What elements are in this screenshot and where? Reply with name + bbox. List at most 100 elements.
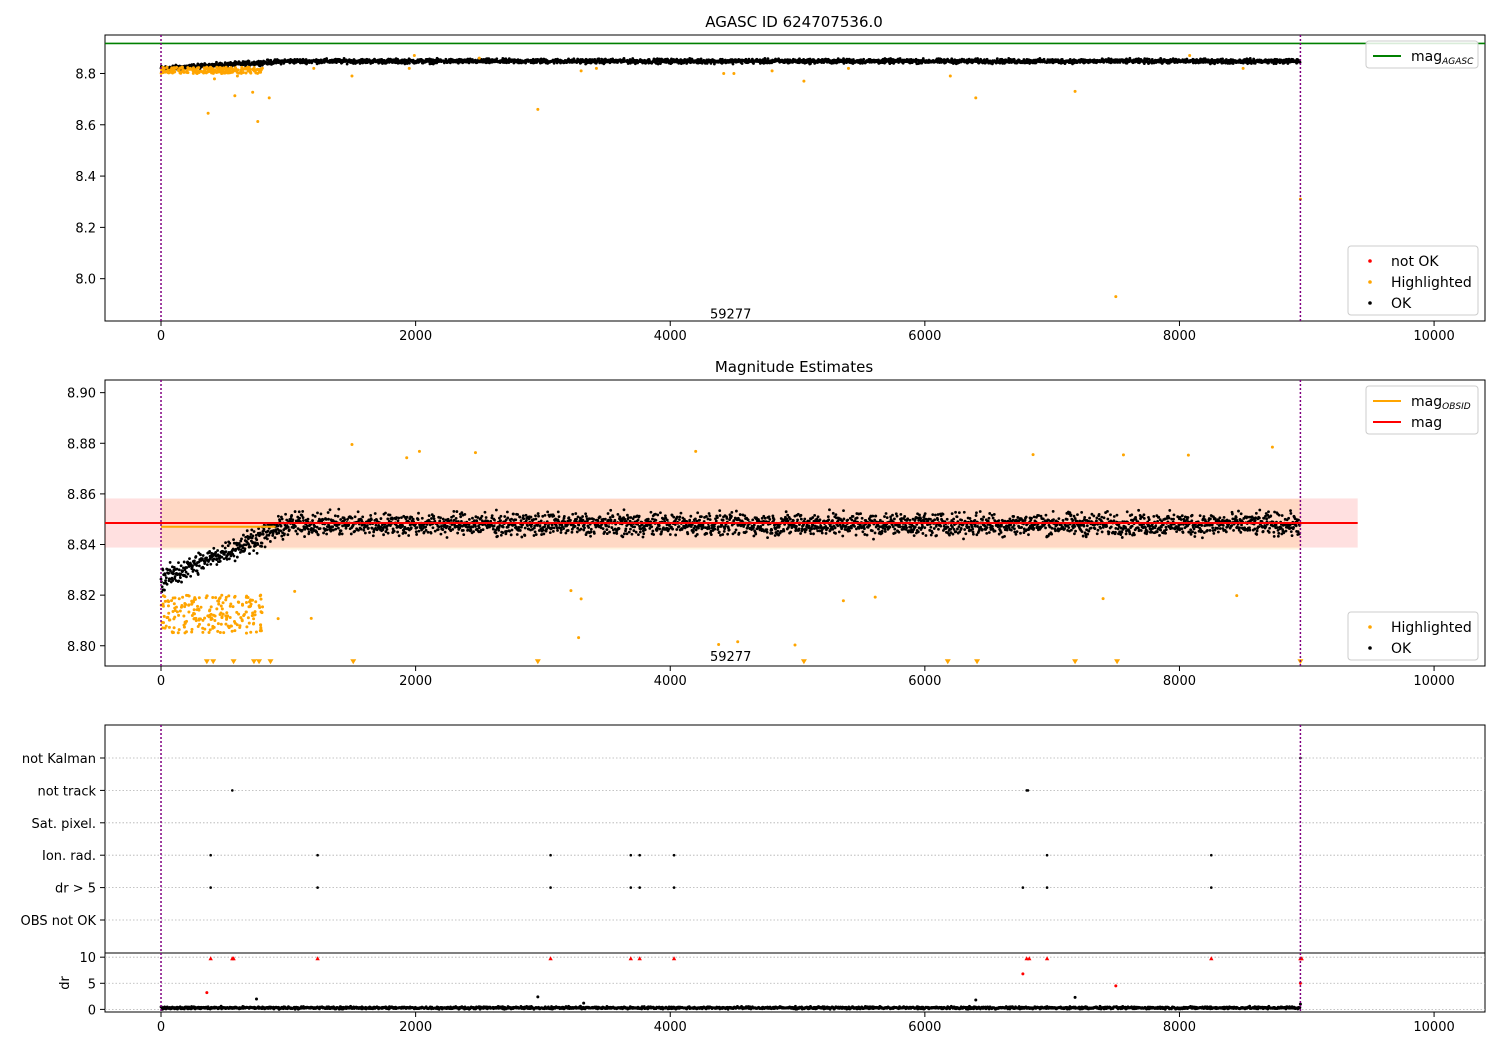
ok-point [733, 530, 737, 534]
ok-point [509, 533, 513, 537]
data-point [579, 69, 583, 73]
ok-point [350, 516, 354, 520]
ok-point [636, 518, 640, 522]
ok-point [468, 517, 471, 521]
ok-point [340, 532, 344, 536]
ok-point [494, 531, 498, 535]
ok-point [743, 514, 747, 518]
ok-point [385, 527, 389, 531]
ok-point [411, 517, 415, 521]
data-point [1188, 54, 1192, 58]
ok-point [287, 528, 291, 532]
ok-point [552, 526, 556, 530]
ok-point [420, 516, 424, 520]
ok-point [281, 537, 285, 541]
ok-point [260, 544, 264, 548]
highlighted-point [247, 69, 251, 73]
ok-point [803, 530, 807, 534]
highlighted-point [213, 70, 217, 74]
highlighted-point [239, 70, 243, 74]
ok-point [379, 517, 383, 520]
ok-point [768, 517, 772, 521]
ok-point [499, 533, 503, 537]
ok-point [247, 60, 251, 63]
data-point [251, 90, 255, 94]
ok-point [496, 534, 499, 538]
ok-point [763, 516, 767, 520]
ok-point [405, 515, 409, 519]
highlighted-point [165, 66, 169, 70]
ok-point [325, 532, 329, 536]
highlighted-point [244, 71, 248, 75]
ok-point [328, 508, 332, 512]
ok-point [518, 529, 522, 532]
ok-point [700, 515, 703, 519]
ok-point [443, 530, 447, 534]
ok-point [649, 510, 653, 514]
ok-point [336, 526, 340, 530]
ok-point [193, 559, 196, 563]
ok-point [189, 574, 193, 578]
ok-point [584, 512, 588, 516]
ok-point [168, 561, 172, 564]
ok-point [194, 555, 198, 558]
ok-point [679, 511, 683, 515]
ok-point [474, 525, 477, 528]
ok-point [1221, 57, 1224, 61]
ok-point [609, 518, 613, 522]
ok-point [415, 526, 419, 529]
y-tick-label: 8.0 [75, 273, 96, 288]
ok-point [583, 526, 586, 530]
ok-point [765, 530, 769, 534]
ok-point [537, 514, 540, 518]
data-point [235, 74, 239, 78]
ok-point [432, 517, 436, 521]
ok-point [430, 517, 433, 520]
ok-point [426, 530, 430, 534]
ok-point [417, 529, 421, 533]
ok-point [250, 528, 254, 532]
ok-point [248, 545, 252, 549]
ok-point [506, 516, 510, 520]
ok-point [533, 530, 537, 534]
ok-point [789, 530, 793, 534]
ok-point [610, 526, 614, 529]
ok-point [562, 515, 566, 518]
ok-point [333, 514, 337, 518]
data-point [1073, 89, 1077, 93]
ok-point [481, 528, 485, 532]
ok-point [556, 510, 560, 514]
highlighted-point [254, 71, 258, 75]
ok-point [552, 514, 556, 518]
ok-point [721, 518, 725, 522]
highlighted-point [181, 68, 185, 72]
ok-point [512, 512, 515, 516]
ok-point [316, 511, 319, 515]
ok-point [265, 537, 269, 541]
ok-point [658, 527, 662, 531]
ok-point [551, 529, 555, 533]
ok-point [629, 527, 632, 531]
data-point [1114, 295, 1118, 299]
ok-point [493, 518, 496, 522]
ok-point [641, 535, 645, 539]
ok-point [456, 531, 460, 535]
ok-point [501, 531, 505, 535]
highlighted-point [230, 70, 234, 74]
highlighted-point [171, 68, 175, 72]
ok-point [632, 529, 636, 533]
ok-point [503, 515, 507, 518]
ok-point [717, 530, 721, 534]
ok-point [397, 534, 401, 538]
ok-point [675, 528, 679, 531]
highlighted-point [165, 69, 169, 73]
ok-point [164, 576, 168, 580]
ok-point [483, 510, 487, 514]
ok-point [799, 513, 803, 517]
ok-point [694, 528, 698, 532]
ok-point [637, 533, 640, 537]
ok-point [721, 533, 725, 536]
ok-point [786, 519, 790, 523]
ok-point [523, 526, 527, 530]
ok-point [396, 519, 400, 523]
